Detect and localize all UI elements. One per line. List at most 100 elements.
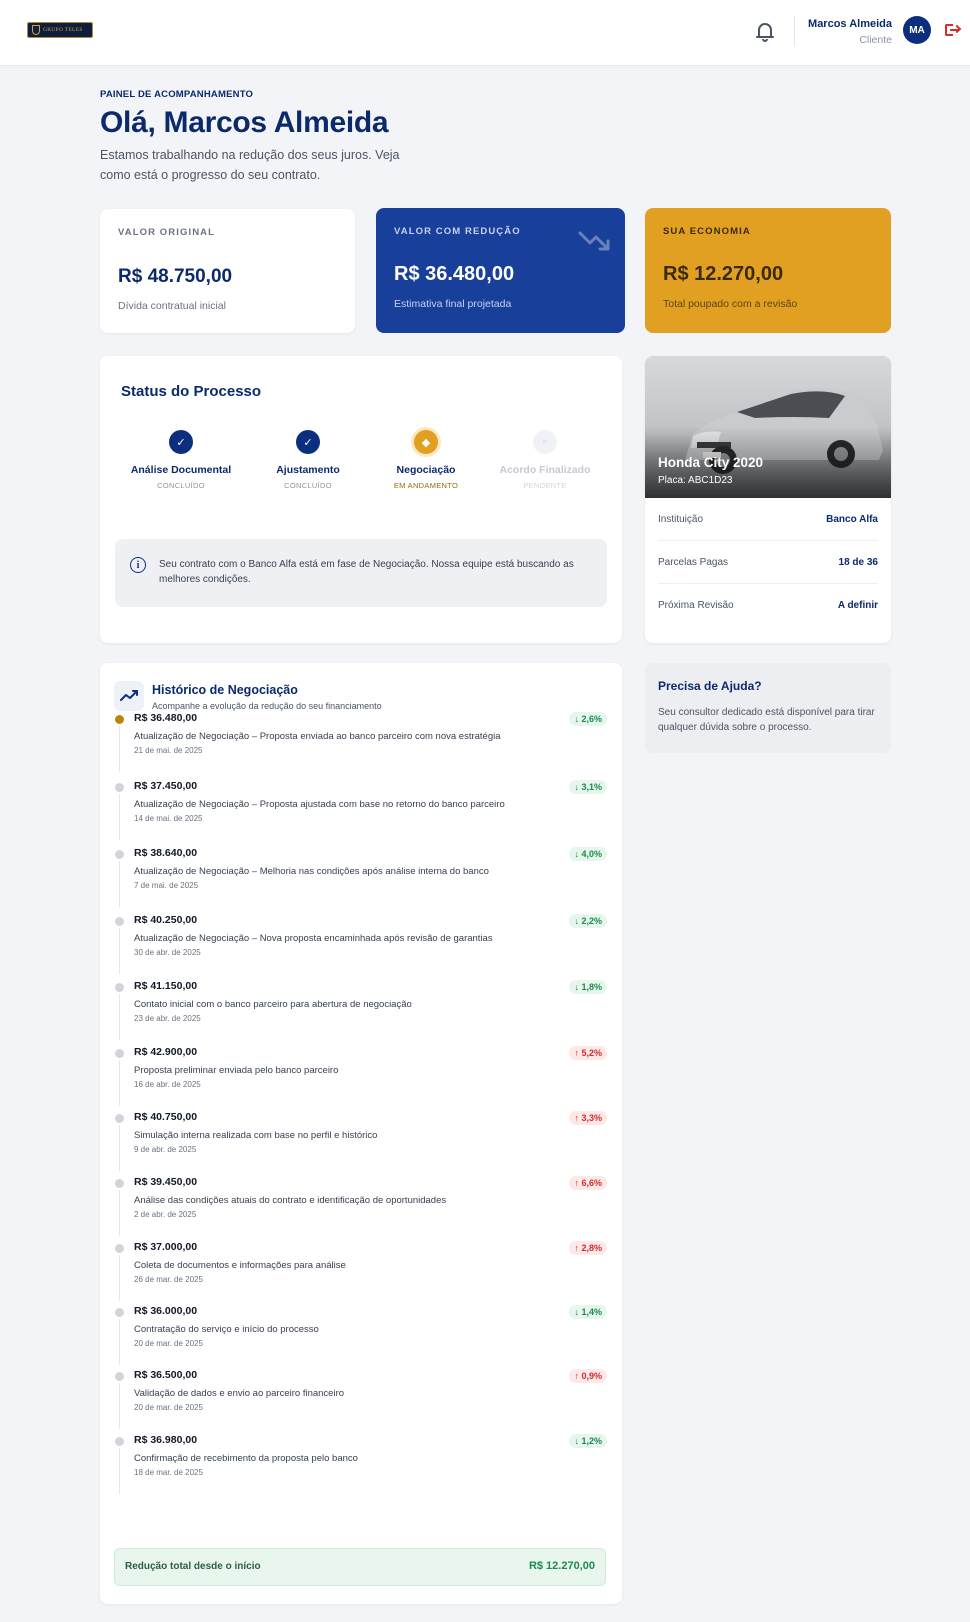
- entry-date: 23 de abr. de 2025: [134, 1014, 201, 1023]
- page-eyebrow: PAINEL DE ACOMPANHAMENTO: [100, 89, 254, 100]
- logout-icon[interactable]: [945, 23, 962, 39]
- economy-card: SUA ECONOMIA R$ 12.270,00 Total poupado …: [645, 208, 891, 333]
- bell-icon[interactable]: [755, 21, 775, 43]
- entry-description: Contato inicial com o banco parceiro par…: [134, 999, 412, 1010]
- entry-description: Atualização de Negociação – Melhoria nas…: [134, 866, 489, 877]
- step-document-analysis: ✓ Análise Documental CONCLUÍDO: [116, 430, 246, 490]
- original-value-label: VALOR ORIGINAL: [118, 227, 216, 238]
- timeline-dot: [115, 783, 124, 792]
- vehicle-name: Honda City 2020: [658, 455, 764, 470]
- top-bar: GRUPO TELES Marcos Almeida Cliente MA: [0, 0, 970, 66]
- step-state: PENDENTE: [523, 481, 567, 490]
- entry-amount: R$ 37.450,00: [134, 780, 198, 792]
- help-text: Seu consultor dedicado está disponível p…: [658, 707, 875, 733]
- timeline-dot: [115, 715, 124, 724]
- change-badge: ↑ 5,2%: [569, 1046, 607, 1060]
- entry-date: 14 de mai. de 2025: [134, 814, 203, 823]
- detail-key: Próxima Revisão: [658, 600, 734, 611]
- entry-description: Contratação do serviço e início do proce…: [134, 1324, 319, 1335]
- step-label: Ajustamento: [276, 464, 340, 476]
- entry-amount: R$ 41.150,00: [134, 980, 198, 992]
- step-label: Acordo Finalizado: [499, 464, 591, 476]
- entry-amount: R$ 40.750,00: [134, 1111, 198, 1123]
- economy-amount: R$ 12.270,00: [663, 263, 784, 285]
- vehicle-plate: Placa: ABC1D23: [658, 475, 733, 486]
- step-state: CONCLUÍDO: [284, 481, 332, 490]
- timeline-dot: [115, 1049, 124, 1058]
- process-status-panel: Status do Processo ✓ Análise Documental …: [100, 356, 622, 643]
- change-badge: ↑ 2,8%: [569, 1241, 607, 1255]
- timeline-dot: [115, 1244, 124, 1253]
- entry-amount: R$ 36.980,00: [134, 1434, 198, 1446]
- detail-value: 18 de 36: [838, 557, 878, 568]
- entry-date: 20 de mar. de 2025: [134, 1339, 203, 1348]
- vehicle-photo: Honda City 2020 Placa: ABC1D23: [645, 356, 891, 498]
- history-entry: R$ 36.500,00 Validação de dados e envio a…: [110, 1369, 607, 1429]
- step-adjustment: ✓ Ajustamento CONCLUÍDO: [243, 430, 373, 490]
- change-badge: ↓ 2,2%: [569, 914, 607, 928]
- entry-amount: R$ 40.250,00: [134, 914, 198, 926]
- step-state: EM ANDAMENTO: [393, 481, 459, 490]
- entry-date: 21 de mai. de 2025: [134, 746, 203, 755]
- step-state: CONCLUÍDO: [157, 481, 205, 490]
- header-divider: [794, 16, 795, 46]
- entry-description: Atualização de Negociação – Nova propost…: [134, 933, 493, 944]
- reduced-value-card: VALOR COM REDUÇÃO R$ 36.480,00 Estimativ…: [376, 208, 625, 333]
- detail-value: A definir: [837, 600, 878, 611]
- reduced-value-amount: R$ 36.480,00: [394, 263, 515, 285]
- entry-amount: R$ 39.450,00: [134, 1176, 198, 1188]
- entry-description: Confirmação de recebimento da proposta p…: [134, 1453, 358, 1464]
- entry-description: Proposta preliminar enviada pelo banco p…: [134, 1065, 339, 1076]
- original-value-amount: R$ 48.750,00: [118, 266, 233, 287]
- history-title: Histórico de Negociação: [152, 683, 298, 697]
- timeline-dot: [115, 1179, 124, 1188]
- timeline-dot: [115, 850, 124, 859]
- help-card[interactable]: Precisa de Ajuda? Seu consultor dedicado…: [645, 663, 891, 753]
- company-logo[interactable]: GRUPO TELES: [27, 22, 93, 38]
- entry-description: Atualização de Negociação – Proposta aju…: [134, 799, 505, 810]
- detail-value: Banco Alfa: [826, 514, 878, 525]
- status-info-text: Seu contrato com o Banco Alfa está em fa…: [159, 559, 574, 585]
- history-subtitle: Acompanhe a evolução da redução do seu f…: [152, 701, 382, 711]
- step-negotiation: ◆ Negociação EM ANDAMENTO: [361, 430, 491, 490]
- economy-label: SUA ECONOMIA: [663, 226, 751, 237]
- detail-row-installments: Parcelas Pagas 18 de 36: [658, 541, 878, 584]
- user-role: Cliente: [859, 34, 892, 46]
- step-label: Negociação: [396, 464, 456, 476]
- total-reduction-label: Redução total desde o início: [125, 1561, 261, 1572]
- entry-date: 2 de abr. de 2025: [134, 1210, 197, 1219]
- reduced-value-caption: Estimativa final projetada: [394, 298, 512, 310]
- entry-amount: R$ 37.000,00: [134, 1241, 198, 1253]
- document-icon: ▫: [533, 430, 557, 454]
- detail-row-institution: Instituição Banco Alfa: [658, 498, 878, 541]
- change-badge: ↓ 2,6%: [569, 712, 607, 726]
- user-name: Marcos Almeida: [808, 18, 892, 30]
- entry-date: 7 de mai. de 2025: [134, 881, 199, 890]
- entry-date: 30 de abr. de 2025: [134, 948, 201, 957]
- shield-icon: [32, 25, 40, 35]
- history-entry: R$ 37.450,00 Atualização de Negociação – …: [110, 780, 607, 840]
- reduced-value-label: VALOR COM REDUÇÃO: [394, 226, 521, 237]
- timeline-dot: [115, 917, 124, 926]
- change-badge: ↓ 3,1%: [569, 780, 607, 794]
- negotiation-history-panel: Histórico de Negociação Acompanhe a evol…: [100, 663, 622, 1604]
- economy-caption: Total poupado com a revisão: [663, 298, 798, 310]
- change-badge: ↓ 1,8%: [569, 980, 607, 994]
- entry-amount: R$ 36.000,00: [134, 1305, 198, 1317]
- original-value-card: VALOR ORIGINAL R$ 48.750,00 Dívida contr…: [100, 209, 355, 333]
- entry-amount: R$ 42.900,00: [134, 1046, 198, 1058]
- avatar[interactable]: MA: [903, 16, 931, 44]
- status-info-box: i Seu contrato com o Banco Alfa está em …: [115, 539, 607, 607]
- total-reduction-box: Redução total desde o início R$ 12.270,0…: [114, 1548, 606, 1586]
- history-entry: R$ 39.450,00 Análise das condições atuais…: [110, 1176, 607, 1236]
- page-subtitle: Estamos trabalhando na redução dos seus …: [100, 148, 400, 182]
- timeline-dot: [115, 1372, 124, 1381]
- timeline-dot: [115, 983, 124, 992]
- entry-description: Coleta de documentos e informações para …: [134, 1260, 346, 1271]
- chart-trend-icon: [114, 681, 144, 711]
- timeline-dot: [115, 1437, 124, 1446]
- detail-row-next-review: Próxima Revisão A definir: [658, 584, 878, 627]
- check-icon: ✓: [296, 430, 320, 454]
- entry-amount: R$ 36.500,00: [134, 1369, 198, 1381]
- history-entry: R$ 42.900,00 Proposta preliminar enviada …: [110, 1046, 607, 1106]
